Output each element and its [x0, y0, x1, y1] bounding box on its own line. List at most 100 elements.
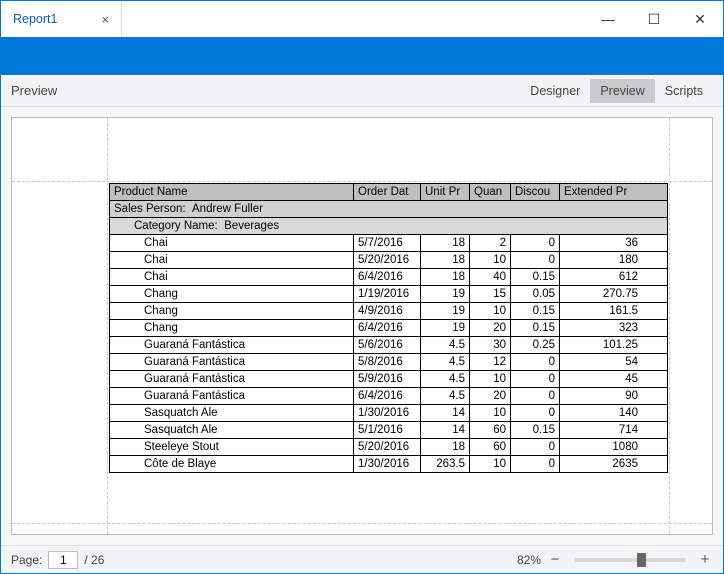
cell-unit: 18 — [421, 439, 470, 455]
table-row: Chang4/9/201619100.15161.5 — [109, 303, 668, 320]
cell-unit: 4.5 — [421, 388, 470, 404]
table-row: Sasquatch Ale1/30/201614100140 — [109, 405, 668, 422]
cell-product: Guaraná Fantástica — [110, 388, 354, 404]
zoom-in-button[interactable]: + — [697, 551, 713, 568]
cell-product: Chai — [110, 269, 354, 285]
group1-label: Sales Person: — [114, 203, 186, 215]
cell-product: Chai — [110, 235, 354, 251]
cell-disc: 0 — [511, 371, 560, 387]
cell-disc: 0 — [511, 405, 560, 421]
cell-disc: 0 — [511, 235, 560, 251]
cell-disc: 0.15 — [511, 269, 560, 285]
cell-date: 5/6/2016 — [354, 337, 421, 353]
table-row: Guaraná Fantástica5/6/20164.5300.25101.2… — [109, 337, 668, 354]
minimize-button[interactable]: — — [585, 1, 631, 37]
cell-qty: 15 — [470, 286, 511, 302]
window-frame: Report1 × — ☐ ✕ Preview Designer Preview… — [0, 0, 724, 574]
cell-unit: 18 — [421, 252, 470, 268]
cell-product: Chang — [110, 320, 354, 336]
cell-ext: 612 — [560, 269, 642, 285]
tab-designer[interactable]: Designer — [520, 79, 590, 103]
cell-ext: 714 — [560, 422, 642, 438]
cell-ext: 140 — [560, 405, 642, 421]
table-row: Chang6/4/201619200.15323 — [109, 320, 668, 337]
close-tab-icon[interactable]: × — [101, 12, 109, 27]
cell-ext: 90 — [560, 388, 642, 404]
mode-toolbar: Preview Designer Preview Scripts — [1, 75, 723, 107]
cell-ext: 323 — [560, 320, 642, 336]
table-row: Chang1/19/201619150.05270.75 — [109, 286, 668, 303]
cell-disc: 0 — [511, 456, 560, 472]
cell-product: Guaraná Fantástica — [110, 337, 354, 353]
cell-date: 5/20/2016 — [354, 252, 421, 268]
cell-unit: 4.5 — [421, 337, 470, 353]
cell-date: 6/4/2016 — [354, 269, 421, 285]
col-unitpr: Unit Pr — [421, 184, 470, 200]
cell-qty: 12 — [470, 354, 511, 370]
cell-disc: 0.05 — [511, 286, 560, 302]
cell-product: Chang — [110, 303, 354, 319]
cell-date: 5/1/2016 — [354, 422, 421, 438]
maximize-button[interactable]: ☐ — [631, 1, 677, 37]
cell-date: 6/4/2016 — [354, 320, 421, 336]
cell-ext: 161.5 — [560, 303, 642, 319]
margin-guide-right — [669, 118, 670, 534]
group2-label: Category Name: — [134, 220, 218, 232]
page-number-input[interactable] — [48, 551, 78, 569]
cell-date: 4/9/2016 — [354, 303, 421, 319]
cell-date: 5/9/2016 — [354, 371, 421, 387]
cell-date: 1/30/2016 — [354, 456, 421, 472]
cell-qty: 10 — [470, 405, 511, 421]
cell-unit: 19 — [421, 286, 470, 302]
margin-guide-bottom — [12, 523, 712, 524]
cell-disc: 0 — [511, 252, 560, 268]
statusbar: Page: / 26 82% − + — [1, 545, 723, 573]
cell-unit: 14 — [421, 405, 470, 421]
cell-qty: 10 — [470, 371, 511, 387]
table-row: Sasquatch Ale5/1/201614600.15714 — [109, 422, 668, 439]
rows-container: Chai5/7/2016182036Chai5/20/201618100180C… — [109, 235, 668, 473]
cell-ext: 2635 — [560, 456, 642, 472]
table-row: Chai5/20/201618100180 — [109, 252, 668, 269]
col-discou: Discou — [511, 184, 560, 200]
zoom-slider-thumb[interactable] — [637, 553, 646, 567]
cell-product: Chai — [110, 252, 354, 268]
zoom-slider[interactable] — [575, 558, 685, 562]
cell-date: 5/7/2016 — [354, 235, 421, 251]
cell-ext: 180 — [560, 252, 642, 268]
cell-date: 1/19/2016 — [354, 286, 421, 302]
document-tab[interactable]: Report1 × — [1, 1, 122, 37]
cell-product: Sasquatch Ale — [110, 422, 354, 438]
page-label: Page: — [11, 553, 42, 567]
cell-ext: 54 — [560, 354, 642, 370]
cell-qty: 60 — [470, 439, 511, 455]
cell-qty: 2 — [470, 235, 511, 251]
cell-ext: 1080 — [560, 439, 642, 455]
cell-product: Sasquatch Ale — [110, 405, 354, 421]
cell-product: Chang — [110, 286, 354, 302]
cell-product: Guaraná Fantástica — [110, 371, 354, 387]
cell-unit: 18 — [421, 235, 470, 251]
cell-disc: 0.15 — [511, 303, 560, 319]
group2-value: Beverages — [224, 220, 279, 232]
tab-scripts[interactable]: Scripts — [655, 79, 713, 103]
cell-disc: 0.15 — [511, 422, 560, 438]
close-window-button[interactable]: ✕ — [677, 1, 723, 37]
cell-disc: 0 — [511, 439, 560, 455]
cell-qty: 30 — [470, 337, 511, 353]
zoom-out-button[interactable]: − — [547, 551, 563, 568]
table-row: Steeleye Stout5/20/2016186001080 — [109, 439, 668, 456]
group-category: Category Name: Beverages — [109, 218, 668, 235]
cell-unit: 18 — [421, 269, 470, 285]
tab-title: Report1 — [13, 12, 57, 26]
cell-ext: 45 — [560, 371, 642, 387]
table-row: Chai6/4/201618400.15612 — [109, 269, 668, 286]
cell-qty: 10 — [470, 303, 511, 319]
cell-disc: 0.25 — [511, 337, 560, 353]
table-row: Guaraná Fantástica5/8/20164.512054 — [109, 354, 668, 371]
cell-qty: 10 — [470, 456, 511, 472]
preview-surface: Product Name Order Dat Unit Pr Quan Disc… — [1, 107, 723, 545]
tab-preview[interactable]: Preview — [590, 79, 654, 103]
cell-unit: 14 — [421, 422, 470, 438]
group-salesperson: Sales Person: Andrew Fuller — [109, 201, 668, 218]
